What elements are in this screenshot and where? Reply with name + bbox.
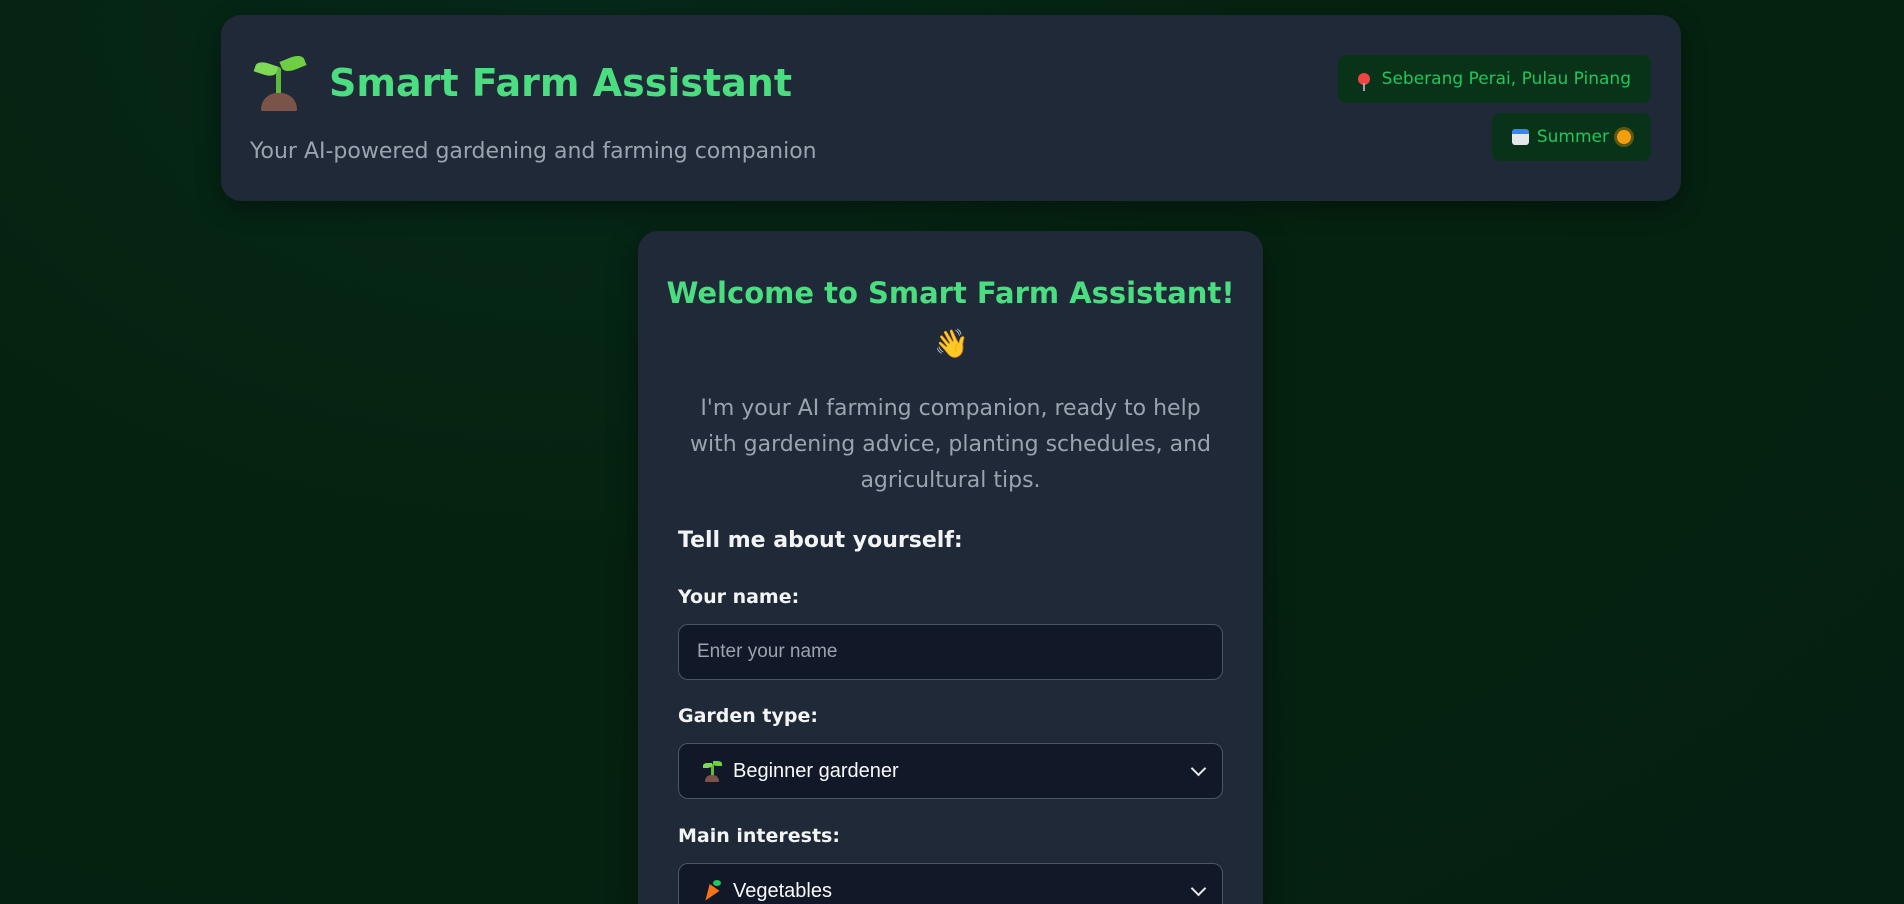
app-subtitle: Your AI-powered gardening and farming co… [250,139,817,164]
name-field-wrapper[interactable] [678,624,1223,680]
garden-type-select[interactable]: Beginner gardener [678,743,1223,799]
garden-type-value: Beginner gardener [701,760,1193,783]
main-interests-text: Vegetables [733,879,832,902]
carrot-icon [700,880,723,904]
brand: Smart Farm Assistant [251,52,792,111]
seedling-icon [251,52,307,111]
section-title: Tell me about yourself: [678,528,963,553]
chevron-down-icon [1190,760,1207,777]
location-badge[interactable]: Seberang Perai, Pulau Pinang [1337,55,1651,103]
garden-type-label: Garden type: [678,705,818,727]
main-interests-label: Main interests: [678,825,840,847]
main-interests-value: Vegetables [700,879,1193,904]
pin-icon [1357,73,1370,91]
welcome-title: Welcome to Smart Farm Assistant! [666,276,1235,310]
calendar-icon [1511,129,1529,145]
seedling-icon [701,760,723,782]
waving-hand-icon: 👋 [934,327,969,360]
season-badge[interactable]: Summer [1491,113,1651,161]
garden-type-text: Beginner gardener [733,759,899,782]
location-text: Seberang Perai, Pulau Pinang [1381,69,1631,89]
welcome-intro: I'm your AI farming companion, ready to … [690,396,1211,493]
name-input[interactable] [695,640,1206,664]
chevron-down-icon [1190,880,1207,897]
app-title: Smart Farm Assistant [329,61,792,105]
app-header: Smart Farm Assistant Your AI-powered gar… [221,15,1681,201]
main-interests-select[interactable]: Vegetables [678,863,1223,904]
name-label: Your name: [678,586,800,608]
season-text: Summer [1536,127,1609,147]
sun-icon [1617,130,1631,144]
welcome-card: Welcome to Smart Farm Assistant! 👋 I'm y… [638,231,1263,904]
